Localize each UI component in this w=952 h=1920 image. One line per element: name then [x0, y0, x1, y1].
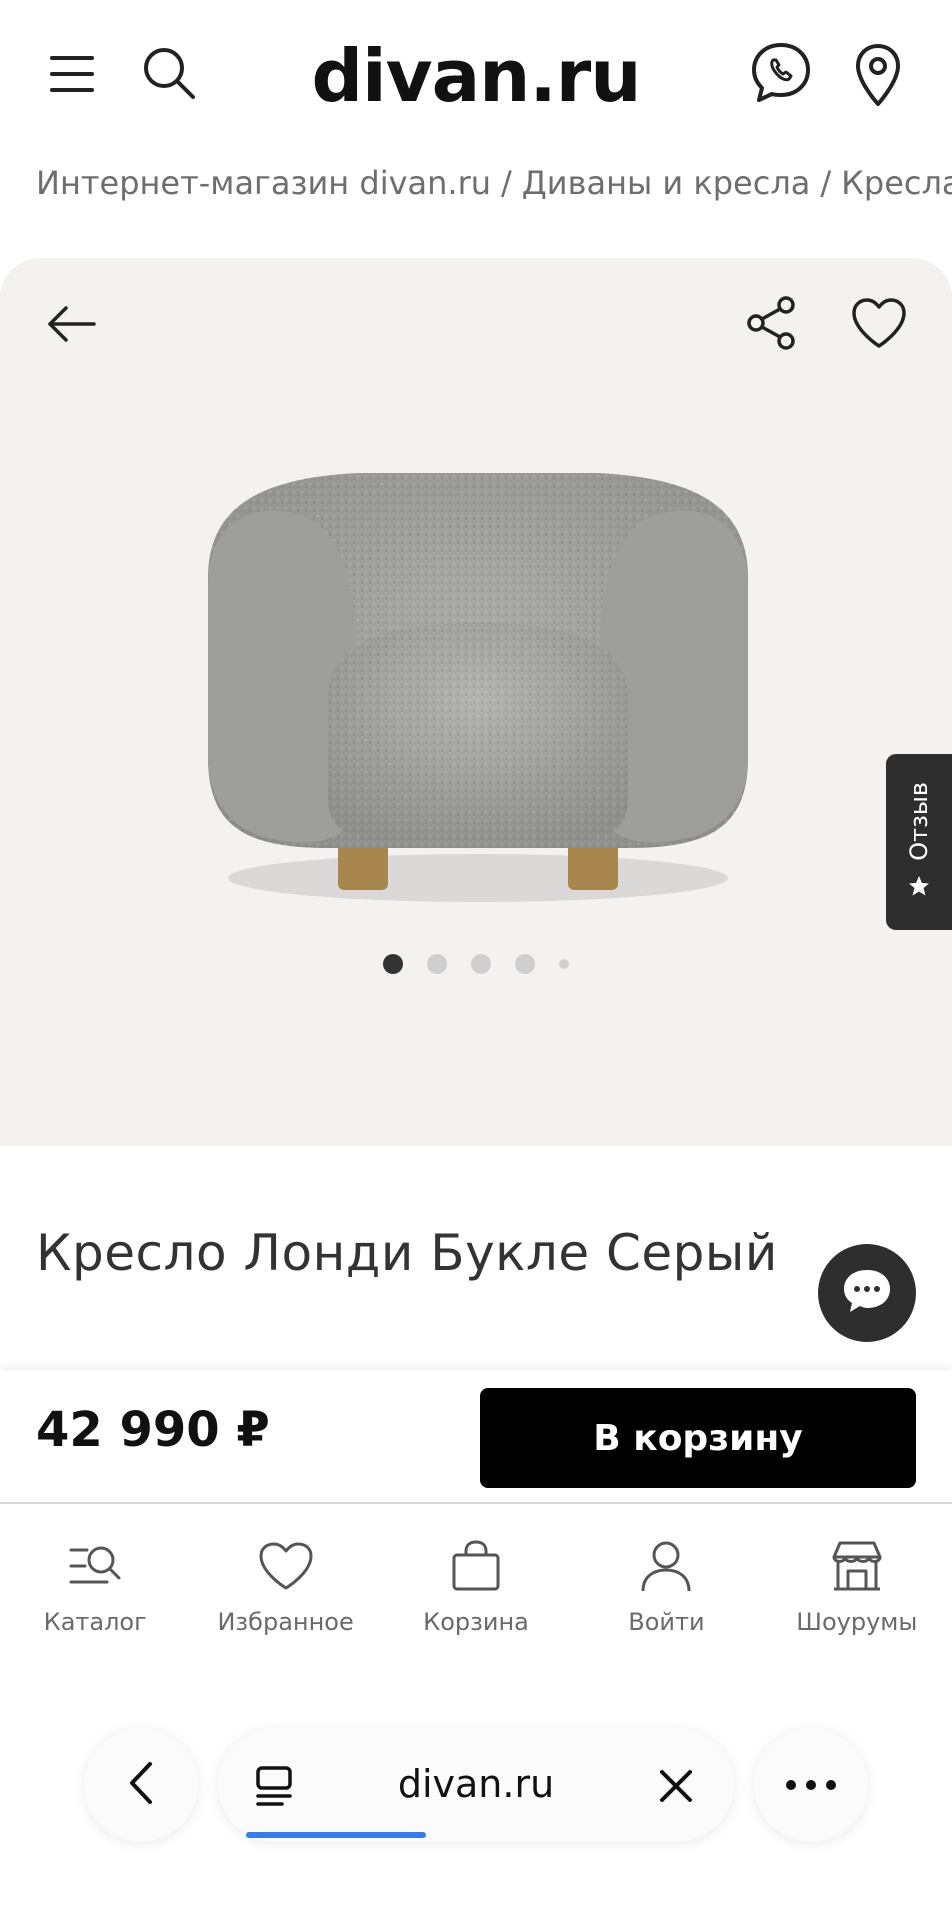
review-tab-label: Отзыв: [905, 781, 933, 861]
tab-showrooms-label: Шоурумы: [796, 1608, 918, 1636]
location-pin-icon[interactable]: [850, 40, 906, 110]
product-gallery[interactable]: [0, 258, 952, 1146]
site-header: divan.ru: [0, 0, 952, 150]
add-to-cart-button[interactable]: В корзину: [480, 1388, 916, 1488]
heart-icon: [257, 1538, 315, 1594]
pagination-dot-5[interactable]: [559, 959, 569, 969]
review-side-tab[interactable]: Отзыв: [886, 754, 952, 930]
favorite-heart-icon[interactable]: [848, 292, 910, 354]
tab-favorites-label: Избранное: [217, 1608, 354, 1636]
tab-favorites[interactable]: Избранное: [190, 1506, 380, 1646]
store-icon: [830, 1538, 884, 1594]
tab-login-label: Войти: [628, 1608, 705, 1636]
url-text: divan.ru: [397, 1762, 555, 1806]
buy-bar: 42 990 ₽ В корзину: [0, 1370, 952, 1504]
tab-showrooms[interactable]: Шоурумы: [762, 1506, 952, 1646]
breadcrumb-item-home[interactable]: Интернет-магазин divan.ru: [36, 164, 491, 202]
breadcrumb-item-sofas[interactable]: Диваны и кресла: [522, 164, 811, 202]
bottom-tab-bar: Каталог Избранное Корзина Войти Шоурумы: [0, 1506, 952, 1646]
catalog-search-icon: [67, 1538, 123, 1594]
tab-catalog-label: Каталог: [43, 1608, 147, 1636]
more-dots-icon: [785, 1776, 837, 1795]
chat-bubble-icon: [840, 1266, 894, 1320]
breadcrumb: Интернет-магазин divan.ru / Диваны и кресл…: [36, 164, 952, 202]
chevron-left-icon: [126, 1760, 156, 1810]
chat-button[interactable]: [818, 1244, 916, 1342]
address-bar[interactable]: divan.ru: [218, 1728, 734, 1842]
product-price: 42 990 ₽: [36, 1402, 270, 1458]
phone-icon[interactable]: [748, 40, 814, 106]
pagination-dot-3[interactable]: [471, 954, 491, 974]
browser-toolbar: divan.ru: [0, 1716, 952, 1846]
tab-cart[interactable]: Корзина: [381, 1506, 571, 1646]
share-icon[interactable]: [742, 294, 800, 352]
product-title: Кресло Лонди Букле Серый: [36, 1224, 778, 1282]
tab-catalog[interactable]: Каталог: [0, 1506, 190, 1646]
browser-menu-button[interactable]: [754, 1728, 868, 1842]
browser-back-button[interactable]: [84, 1728, 198, 1842]
product-image-armchair[interactable]: [148, 458, 808, 928]
breadcrumb-item-armchairs[interactable]: Кресла: [841, 164, 952, 202]
breadcrumb-separator: /: [501, 164, 512, 202]
breadcrumb-separator: /: [820, 164, 832, 202]
page-load-progress-bar: [246, 1832, 426, 1838]
pagination-dot-1[interactable]: [383, 954, 403, 974]
shopping-bag-icon: [450, 1538, 502, 1594]
tab-cart-label: Корзина: [423, 1608, 529, 1636]
tab-login[interactable]: Войти: [571, 1506, 761, 1646]
gallery-pagination: [0, 954, 952, 974]
close-icon[interactable]: [658, 1768, 694, 1808]
back-arrow-icon[interactable]: [44, 296, 100, 352]
user-icon: [639, 1538, 693, 1594]
pagination-dot-2[interactable]: [427, 954, 447, 974]
pagination-dot-4[interactable]: [515, 954, 535, 974]
star-icon: [907, 874, 931, 902]
